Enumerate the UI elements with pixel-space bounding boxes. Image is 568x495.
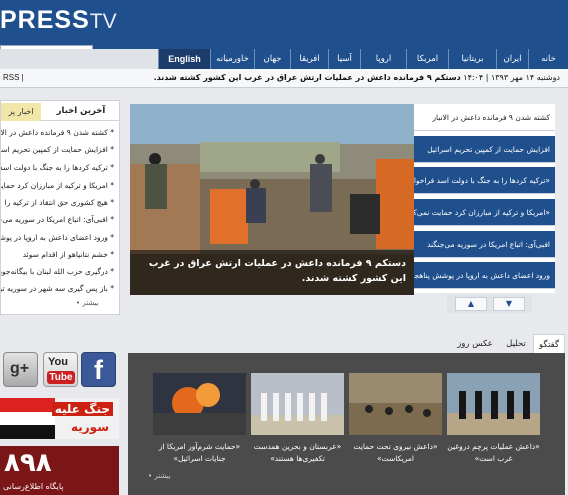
google-plus-icon[interactable]: g+ <box>3 352 38 387</box>
nav-america[interactable]: امریکا <box>406 49 448 69</box>
facebook-icon[interactable]: f <box>81 352 116 387</box>
slideshow-nav: ▲ ▼ <box>447 295 532 313</box>
nav-middle-east[interactable]: خاورمیانه <box>210 49 254 69</box>
nav-asia[interactable]: آسیا <box>328 49 360 69</box>
latest-news-item[interactable]: * افبی‌آی: اتباع امریکا در سوریه می‌جنگن… <box>1 215 114 224</box>
logo-tv-text: TV <box>89 10 117 33</box>
youtube-tube: Tube <box>47 371 75 384</box>
latest-news-item[interactable]: * خشم نتانیاهو از اقدام سوئد <box>1 250 114 259</box>
site-header: PRESSTV <box>0 0 568 49</box>
arrow-up-button[interactable]: ▲ <box>455 297 487 311</box>
slide-list-item[interactable]: افبی‌آی: اتباع امریکا در سوریه می‌جنگند <box>414 231 555 258</box>
video-caption[interactable]: «عربستان و بحرین همدست تکفیری‌ها هستند» <box>251 441 344 465</box>
slide-list-item[interactable]: «ترکیه کردها را به جنگ با دولت اسد فراخو… <box>414 167 555 194</box>
latest-news-item[interactable]: * امریکا و ترکیه از مبارزان کرد حمایت <box>1 181 114 190</box>
slide-list-item[interactable]: «امریکا و ترکیه از مبارزان کرد حمایت نمی… <box>414 199 555 226</box>
nav-africa[interactable]: افریقا <box>290 49 328 69</box>
arrow-down-button[interactable]: ▼ <box>493 297 525 311</box>
video-thumbnail <box>349 373 442 435</box>
banner-898-number: ۸۹۸ <box>4 448 52 478</box>
news-ticker: RSS | دوشنبه ۱۴ مهر ۱۳۹۳ | ۱۴:۰۴ دستکم ۹… <box>0 69 568 88</box>
banner-898-sub: پایگاه اطلاع‌رسانی <box>3 482 64 491</box>
latest-news-item[interactable]: * هیچ کشوری حق انتقاد از ترکیه را <box>1 198 114 207</box>
logo-text: PRESS <box>0 6 90 34</box>
tab-latest-news[interactable]: آخرین اخبار <box>41 101 119 121</box>
latest-news-item[interactable]: * باز پس گیری سه شهر در سوریه توسط <box>1 284 114 293</box>
ticker-date: دوشنبه ۱۴ مهر ۱۳۹۳ | ۱۴:۰۴ <box>463 73 560 82</box>
slideshow-headline-list: کشته شدن ۹ فرمانده داعش در الانبار افزای… <box>414 104 555 293</box>
tab-talk[interactable]: گفتگو <box>533 334 565 354</box>
tab-analysis[interactable]: تحلیل <box>499 334 533 354</box>
google-plus-glyph: g+ <box>10 360 30 377</box>
latest-news-item[interactable]: * ترکیه کردها را به جنگ با دولت اسد <box>1 163 114 172</box>
slide-list-item[interactable]: افزایش حمایت از کمپین تحریم اسرائیل <box>414 136 555 163</box>
slide-caption[interactable]: دستکم ۹ فرمانده داعش در عملیات ارتش عراق… <box>130 250 414 295</box>
latest-news-item[interactable]: * ورود اعضای داعش به اروپا در پوشش <box>1 233 114 242</box>
war-on-syria-banner[interactable]: جنگ علیه سوریه <box>0 398 119 439</box>
slide-list-item[interactable]: کشته شدن ۹ فرمانده داعش در الانبار <box>414 104 555 131</box>
ticker-headline[interactable]: دستکم ۹ فرمانده داعش در عملیات ارتش عراق… <box>154 73 461 82</box>
nav-britain[interactable]: بریتانیا <box>448 49 496 69</box>
rss-link[interactable]: RSS | <box>3 73 24 82</box>
slide-list-item[interactable]: ورود اعضای داعش به اروپا در پوشش پناهجو <box>414 262 555 289</box>
video-more-link[interactable]: • بیشتر <box>148 472 171 480</box>
latest-news-item[interactable]: * کشته شدن ۹ فرمانده داعش در الانبار <box>1 128 114 137</box>
nav-home[interactable]: خانه <box>528 49 568 69</box>
nav-europe[interactable]: اروپا <box>360 49 406 69</box>
video-thumbnail <box>447 373 540 435</box>
facebook-glyph: f <box>94 355 103 385</box>
banner-syria-line2: سوریه <box>70 420 109 434</box>
presstv-logo[interactable]: PRESSTV <box>0 6 117 35</box>
latest-more-link[interactable]: • بیشتر <box>76 299 99 307</box>
ticker-content: دوشنبه ۱۴ مهر ۱۳۹۳ | ۱۴:۰۴ دستکم ۹ فرمان… <box>154 73 560 82</box>
nav-english[interactable]: English <box>158 49 210 69</box>
latest-news-item[interactable]: * افزایش حمایت از کمپین تحریم اسرائیل <box>1 145 114 154</box>
tab-popular-news[interactable]: اخبار پر <box>1 103 41 121</box>
video-tabs: گفتگو تحلیل عکس روز <box>447 334 565 354</box>
nav-world[interactable]: جهان <box>254 49 290 69</box>
youtube-you: You <box>48 356 68 368</box>
video-caption[interactable]: «داعش عملیات پرچم دروغین غرب است» <box>447 441 540 465</box>
main-nav: English خاورمیانه جهان افریقا آسیا اروپا… <box>0 49 568 69</box>
banner-898[interactable]: ۸۹۸ پایگاه اطلاع‌رسانی <box>0 446 119 495</box>
headline-slideshow[interactable]: دستکم ۹ فرمانده داعش در عملیات ارتش عراق… <box>130 104 414 295</box>
banner-syria-line1: جنگ علیه <box>51 402 113 416</box>
video-thumbnail <box>153 373 246 435</box>
latest-news-panel: اخبار پر آخرین اخبار * کشته شدن ۹ فرماند… <box>0 100 120 315</box>
video-thumbnail <box>251 373 344 435</box>
video-caption[interactable]: «داعش نیروی تحت حمایت امریکاست» <box>349 441 442 465</box>
video-caption[interactable]: «حمایت شرم‌آور امریکا از جنایات اسرائیل» <box>153 441 246 465</box>
latest-news-item[interactable]: * درگیری حزب الله لبنان با بیگانه‌جویان <box>1 267 114 276</box>
nav-iran[interactable]: ایران <box>496 49 528 69</box>
tab-photo-of-day[interactable]: عکس روز <box>451 334 499 354</box>
latest-news-tabs: اخبار پر آخرین اخبار <box>1 101 119 121</box>
youtube-icon[interactable]: You Tube <box>43 352 78 387</box>
video-panel: «حمایت شرم‌آور امریکا از جنایات اسرائیل»… <box>128 353 565 495</box>
